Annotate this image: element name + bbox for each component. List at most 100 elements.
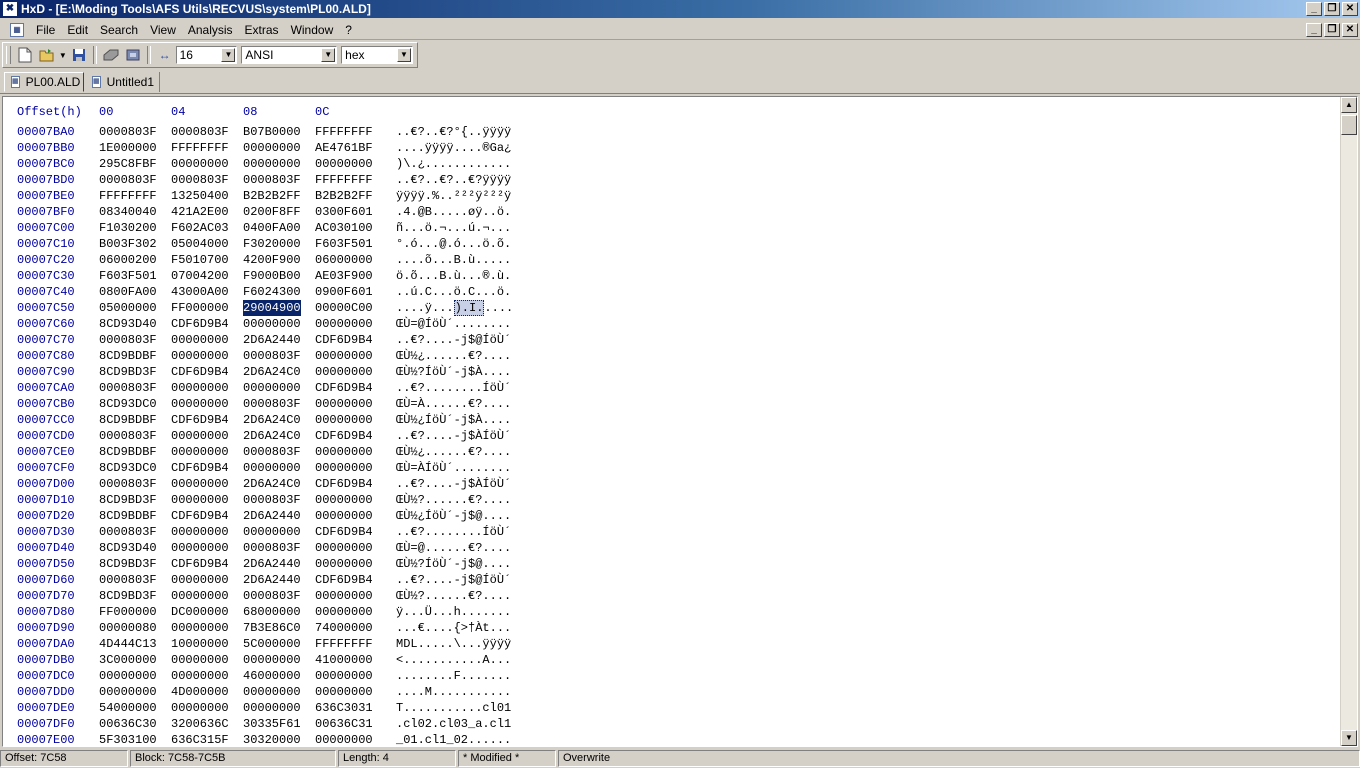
hex-group[interactable]: 0000803F [99,124,157,140]
text-column[interactable]: ....ÿÿÿÿ....®Ga¿ [396,140,511,156]
hex-group[interactable]: FF000000 [171,300,229,316]
chevron-down-icon[interactable]: ▼ [221,48,236,62]
hex-group[interactable]: 0000803F [99,380,157,396]
tab-pl00-ald[interactable]: ▦ PL00.ALD [4,72,84,92]
hex-group[interactable]: F602AC03 [171,220,229,236]
offset-base-select[interactable]: hex ▼ [341,46,413,64]
hex-group[interactable]: 00000000 [315,684,373,700]
hex-group[interactable]: 00000000 [171,476,229,492]
hex-group[interactable]: 4200F900 [243,252,301,268]
text-column[interactable]: )\.¿............ [396,156,511,172]
hex-group[interactable]: 00000000 [315,396,373,412]
text-column[interactable]: ö.õ...B.ù...®.ù. [396,268,511,284]
hex-group[interactable]: AE4761BF [315,140,373,156]
hex-group[interactable]: 00000000 [171,348,229,364]
hex-group[interactable]: 00000000 [171,620,229,636]
hex-group[interactable]: 00000000 [171,156,229,172]
hex-group[interactable]: CDF6D9B4 [171,508,229,524]
hex-group[interactable]: 00000000 [315,540,373,556]
hex-group[interactable]: FF000000 [99,604,157,620]
text-column[interactable]: T...........cl01 [396,700,511,716]
hex-group[interactable]: CDF6D9B4 [171,316,229,332]
minimize-icon[interactable]: _ [1306,2,1322,16]
hex-group[interactable]: 41000000 [315,652,373,668]
hex-group[interactable]: 00000000 [171,700,229,716]
hex-group[interactable]: 2D6A2440 [243,572,301,588]
hex-group[interactable]: AE03F900 [315,268,373,284]
hex-group[interactable]: 5C000000 [243,636,301,652]
hex-group[interactable]: 00000080 [99,620,157,636]
hex-group[interactable]: 00000000 [315,444,373,460]
hex-group[interactable]: 00000000 [315,316,373,332]
hex-group[interactable]: 00000000 [315,732,373,746]
hex-group[interactable]: FFFFFFFF [99,188,157,204]
hex-group[interactable]: 421A2E00 [171,204,229,220]
hex-group[interactable]: 0300F601 [315,204,373,220]
hex-group[interactable]: CDF6D9B4 [315,524,373,540]
hex-group[interactable]: 7B3E86C0 [243,620,301,636]
menu-edit[interactable]: Edit [61,20,94,40]
text-column[interactable]: ..ú.C...ö.C...ö. [396,284,511,300]
hex-group[interactable]: CDF6D9B4 [171,412,229,428]
hex-group[interactable]: 2D6A24C0 [243,428,301,444]
hex-group[interactable]: 2D6A24C0 [243,412,301,428]
hex-group[interactable]: 00000000 [243,156,301,172]
hex-group[interactable]: F1030200 [99,220,157,236]
hex-group[interactable]: 0000803F [243,172,301,188]
text-column[interactable]: °.ó...@.ó...ö.õ. [396,236,511,252]
hex-group[interactable]: 0000803F [99,172,157,188]
hex-group[interactable]: 4D444C13 [99,636,157,652]
hex-group[interactable]: 0000803F [243,348,301,364]
hex-group[interactable]: CDF6D9B4 [171,556,229,572]
hex-group[interactable]: FFFFFFFF [315,124,373,140]
hex-group[interactable]: 2D6A24C0 [243,476,301,492]
menu-help[interactable]: ? [339,20,358,40]
hex-group[interactable]: 00000000 [243,684,301,700]
hex-group[interactable]: 00000000 [243,700,301,716]
hex-group[interactable]: 0200F8FF [243,204,301,220]
hex-group[interactable]: 00000000 [243,316,301,332]
hex-group[interactable]: 07004200 [171,268,229,284]
hex-group[interactable]: 00000000 [243,652,301,668]
hex-group[interactable]: 8CD9BDBF [99,508,157,524]
text-column[interactable]: ŒÙ½?ÍöÙ´-j$À.... [396,364,511,380]
hex-group[interactable]: 00000C00 [315,300,373,316]
hex-group[interactable]: 636C3031 [315,700,373,716]
hex-group[interactable]: B2B2B2FF [243,188,301,204]
hex-group[interactable]: 00000000 [315,668,373,684]
menu-search[interactable]: Search [94,20,144,40]
text-column[interactable]: ŒÙ=ÀÍöÙ´........ [396,460,511,476]
text-column[interactable]: ..€?....-j$@ÍöÙ´ [396,572,511,588]
hex-group[interactable]: 0000803F [243,396,301,412]
hex-group[interactable]: 0000803F [243,492,301,508]
hex-group[interactable]: 2D6A2440 [243,556,301,572]
menu-view[interactable]: View [144,20,182,40]
hex-group[interactable]: 0900F601 [315,284,373,300]
hxd-app-icon[interactable]: ✖ [3,2,17,16]
restore-icon[interactable]: ❐ [1324,23,1340,37]
hex-group[interactable]: 46000000 [243,668,301,684]
hex-group[interactable]: 00000000 [171,492,229,508]
hex-group[interactable]: B07B0000 [243,124,301,140]
text-column[interactable]: ...€....{>†Àt... [396,620,511,636]
menu-extras[interactable]: Extras [239,20,285,40]
hex-group[interactable]: 00000000 [171,572,229,588]
text-column[interactable]: ŒÙ½?......€?.... [396,492,511,508]
hex-group[interactable]: CDF6D9B4 [315,332,373,348]
text-column[interactable]: ..€?........ÍöÙ´ [396,380,511,396]
hex-group[interactable]: 8CD93DC0 [99,396,157,412]
hex-group[interactable]: 05000000 [99,300,157,316]
text-column[interactable]: ..€?....-j$ÀÍöÙ´ [396,476,511,492]
hex-group[interactable]: 0000803F [243,540,301,556]
text-column[interactable]: ..€?........ÍöÙ´ [396,524,511,540]
hex-group[interactable]: 06000000 [315,252,373,268]
hex-group[interactable]: 30320000 [243,732,301,746]
text-column[interactable]: ........F....... [396,668,511,684]
hex-group[interactable]: 8CD9BDBF [99,412,157,428]
chevron-down-icon[interactable]: ▼ [396,48,411,62]
text-column[interactable]: <...........A... [396,652,511,668]
hex-group[interactable]: 8CD9BD3F [99,492,157,508]
hex-group[interactable]: 2D6A24C0 [243,364,301,380]
hex-group[interactable]: 8CD9BD3F [99,556,157,572]
hex-group[interactable]: 0000803F [171,124,229,140]
